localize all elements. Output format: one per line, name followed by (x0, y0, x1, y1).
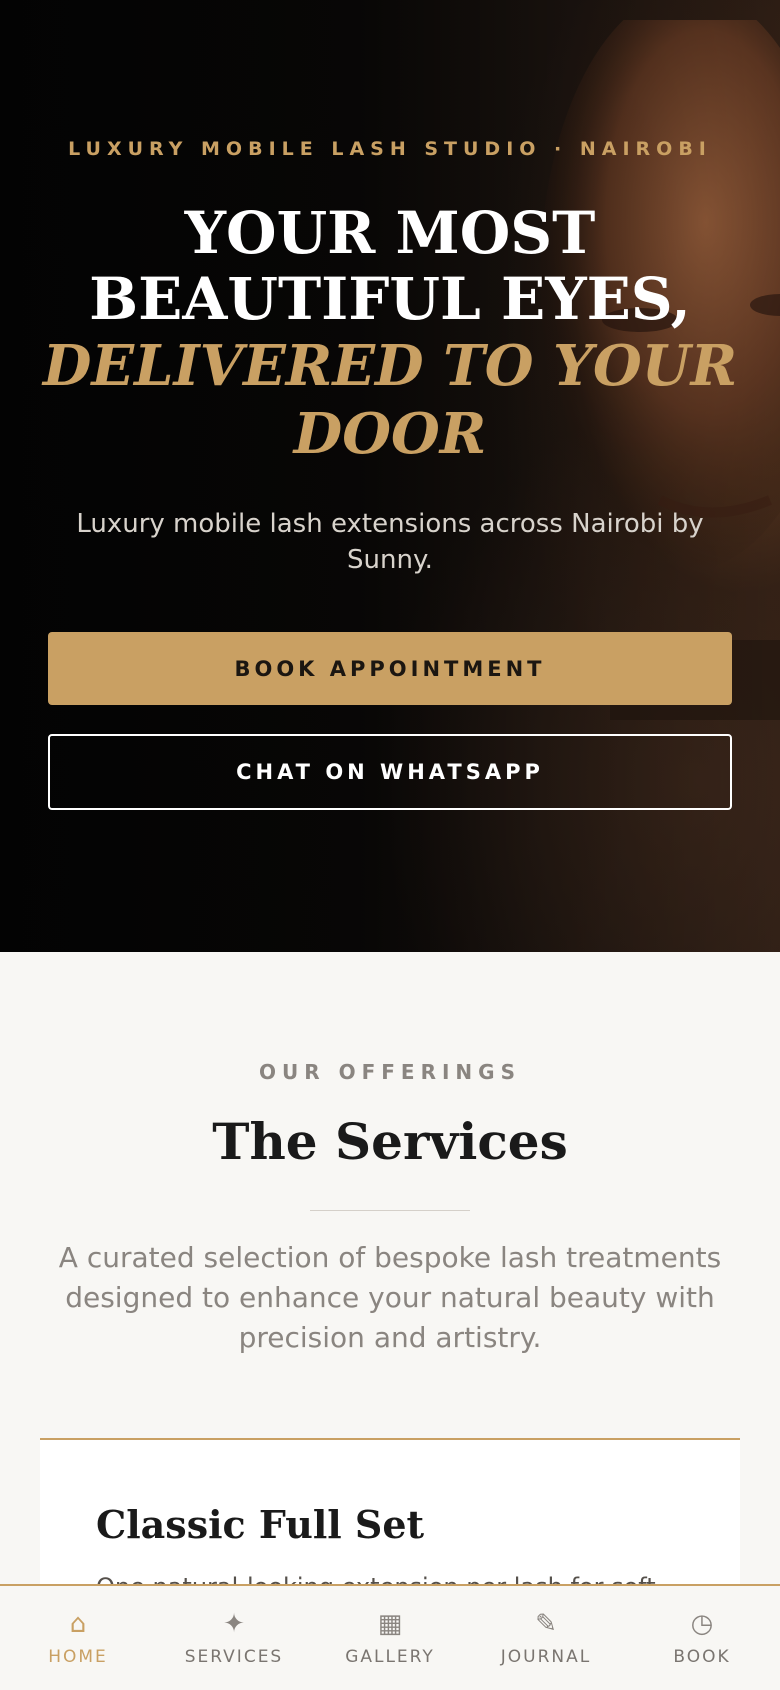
hero-eyebrow: LUXURY MOBILE LASH STUDIO · NAIROBI (68, 138, 712, 160)
hero-tagline: Luxury mobile lash extensions across Nai… (76, 509, 704, 575)
section-divider (310, 1210, 470, 1211)
headline-line-1: YOUR MOST (184, 199, 596, 267)
nav-item-book[interactable]: ◷ BOOK (624, 1586, 780, 1690)
nav-item-gallery[interactable]: ▦ GALLERY (312, 1586, 468, 1690)
services-eyebrow: OUR OFFERINGS (259, 1060, 521, 1084)
nav-item-services[interactable]: ✦ SERVICES (156, 1586, 312, 1690)
headline-accent-line-1: DELIVERED TO YOUR (42, 333, 738, 399)
nav-label-services: SERVICES (184, 1647, 284, 1667)
headline-line-2: BEAUTIFUL EYES, (89, 265, 691, 333)
nav-label-gallery: GALLERY (345, 1647, 435, 1667)
chat-whatsapp-button[interactable]: CHAT ON WHATSAPP (48, 734, 732, 810)
home-icon: ⌂ (69, 1609, 87, 1639)
service-card-title: Classic Full Set (96, 1502, 425, 1547)
nav-label-book: BOOK (673, 1647, 731, 1667)
nav-label-journal: JOURNAL (500, 1647, 592, 1667)
nav-label-home: HOME (48, 1647, 108, 1667)
nav-item-home[interactable]: ⌂ HOME (0, 1586, 156, 1690)
clock-icon: ◷ (690, 1609, 714, 1639)
book-appointment-button[interactable]: BOOK APPOINTMENT (48, 632, 732, 705)
headline-accent-line-2: DOOR (293, 401, 487, 467)
services-section: OUR OFFERINGS The Services A curated sel… (0, 952, 780, 1690)
grid-icon: ▦ (377, 1609, 403, 1639)
nav-item-journal[interactable]: ✎ JOURNAL (468, 1586, 624, 1690)
services-title: The Services (212, 1112, 568, 1171)
hero-section: LUXURY MOBILE LASH STUDIO · NAIROBI YOUR… (0, 0, 780, 952)
pencil-icon: ✎ (535, 1609, 557, 1639)
services-description: A curated selection of bespoke lash trea… (58, 1241, 722, 1354)
bottom-navigation: ⌂ HOME ✦ SERVICES ▦ GALLERY ✎ JOURNAL ◷ … (0, 1584, 780, 1690)
sparkle-icon: ✦ (223, 1609, 245, 1639)
hero-headline: YOUR MOST BEAUTIFUL EYES, DELIVERED TO Y… (40, 200, 740, 468)
